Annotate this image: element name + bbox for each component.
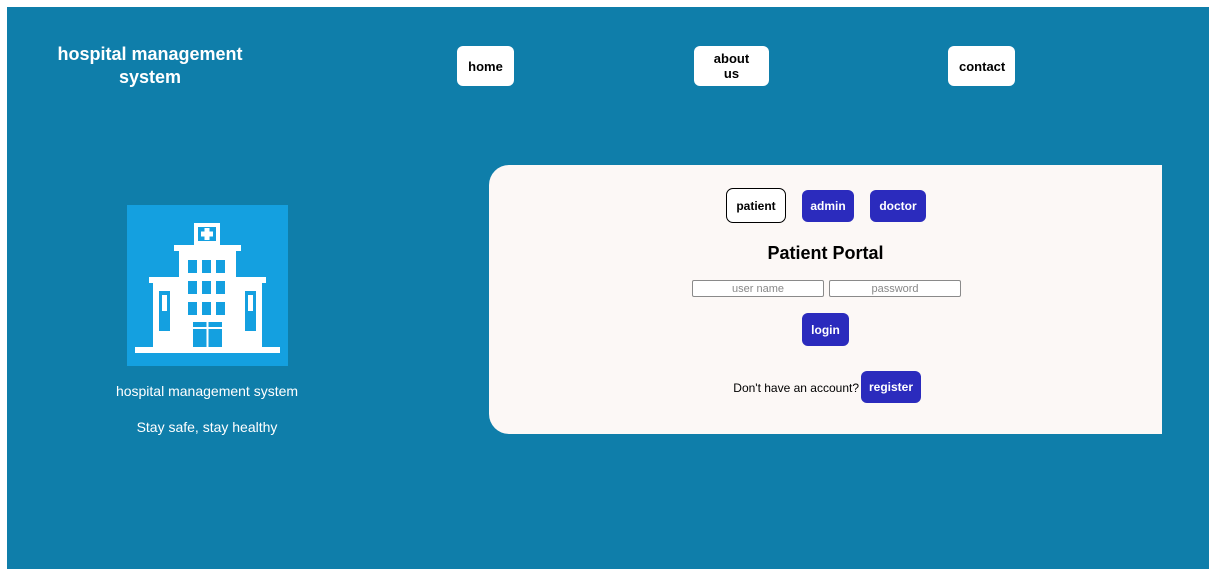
- register-prompt: Don't have an account?: [733, 381, 859, 395]
- login-button[interactable]: login: [802, 313, 849, 346]
- password-input[interactable]: [829, 280, 961, 297]
- register-button[interactable]: register: [861, 371, 921, 403]
- login-card: patient admin doctor Patient Portal logi…: [489, 165, 1162, 434]
- username-input[interactable]: [692, 280, 824, 297]
- page-frame: hospital management system home about us…: [7, 7, 1209, 569]
- role-tab-doctor[interactable]: doctor: [870, 190, 926, 222]
- nav-about-button[interactable]: about us: [694, 46, 769, 86]
- brand-title: hospital management system: [57, 44, 243, 87]
- role-tab-admin[interactable]: admin: [802, 190, 854, 222]
- portal-title: Patient Portal: [767, 243, 884, 263]
- hospital-building-icon: [127, 205, 288, 366]
- role-tab-patient[interactable]: patient: [726, 188, 786, 223]
- nav-home-button[interactable]: home: [457, 46, 514, 86]
- hero-title: hospital management system: [115, 383, 299, 399]
- nav-contact-button[interactable]: contact: [948, 46, 1015, 86]
- hero-tagline: Stay safe, stay healthy: [136, 419, 278, 435]
